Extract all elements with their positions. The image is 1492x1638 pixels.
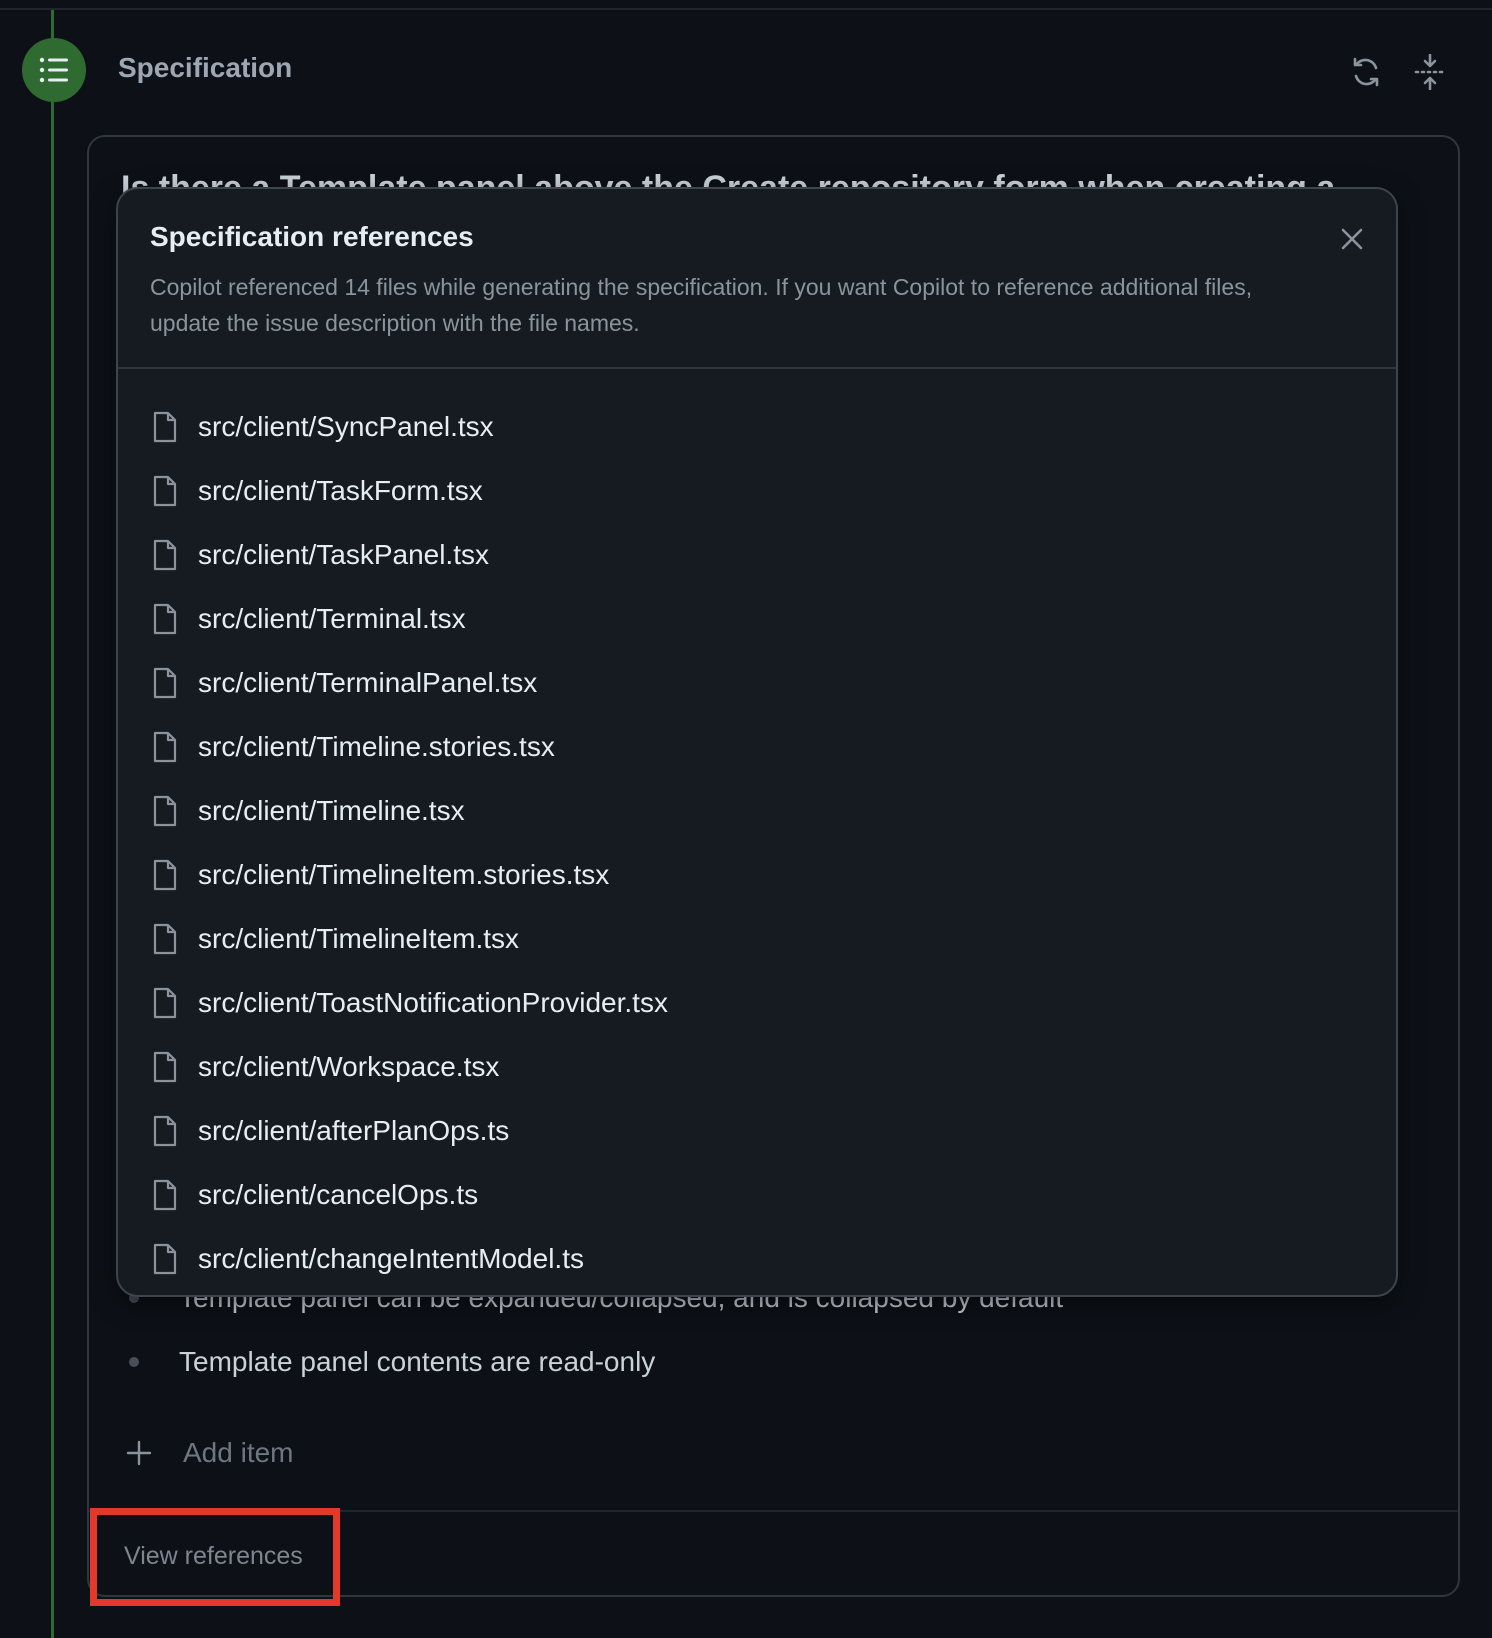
bullet-dot	[129, 1357, 139, 1367]
add-item-button[interactable]: Add item	[125, 1437, 294, 1469]
file-reference-item[interactable]: src/client/Timeline.tsx	[150, 779, 668, 843]
plus-icon	[125, 1439, 153, 1467]
file-icon	[150, 410, 180, 444]
timeline-line	[51, 10, 54, 1638]
refresh-button[interactable]	[1346, 52, 1386, 92]
file-reference-item[interactable]: src/client/Terminal.tsx	[150, 587, 668, 651]
file-icon	[150, 922, 180, 956]
file-reference-item[interactable]: src/client/changeIntentModel.ts	[150, 1227, 668, 1291]
close-icon	[1341, 228, 1363, 250]
file-name: src/client/Timeline.stories.tsx	[198, 731, 555, 762]
file-name: src/client/Timeline.tsx	[198, 795, 465, 826]
top-divider	[0, 8, 1492, 10]
file-reference-item[interactable]: src/client/TimelineItem.stories.tsx	[150, 843, 668, 907]
file-icon	[150, 474, 180, 508]
card-divider	[89, 1510, 1458, 1512]
file-reference-item[interactable]: src/client/cancelOps.ts	[150, 1163, 668, 1227]
file-reference-item[interactable]: src/client/TaskPanel.tsx	[150, 523, 668, 587]
file-name: src/client/Workspace.tsx	[198, 1051, 500, 1082]
file-name: src/client/cancelOps.ts	[198, 1179, 479, 1210]
file-name: src/client/TimelineItem.tsx	[198, 923, 520, 954]
step-badge	[22, 38, 86, 102]
file-icon	[150, 602, 180, 636]
file-reference-item[interactable]: src/client/Timeline.stories.tsx	[150, 715, 668, 779]
specification-references-popover: Specification references Copilot referen…	[116, 187, 1398, 1297]
file-reference-item[interactable]: src/client/TimelineItem.tsx	[150, 907, 668, 971]
file-name: src/client/TimelineItem.stories.tsx	[198, 859, 610, 890]
file-name: src/client/ToastNotificationProvider.tsx	[198, 987, 668, 1018]
collapse-vertical-icon	[1414, 54, 1446, 90]
file-icon	[150, 858, 180, 892]
popover-title: Specification references	[150, 221, 474, 252]
file-reference-item[interactable]: src/client/Workspace.tsx	[150, 1035, 668, 1099]
popover-header: Specification references Copilot referen…	[118, 189, 1396, 369]
step-title: Specification	[118, 52, 293, 83]
file-icon	[150, 794, 180, 828]
file-reference-item[interactable]: src/client/SyncPanel.tsx	[150, 395, 668, 459]
file-reference-item[interactable]: src/client/TaskForm.tsx	[150, 459, 668, 523]
file-name: src/client/TaskPanel.tsx	[198, 539, 489, 570]
file-icon	[150, 666, 180, 700]
file-name: src/client/TerminalPanel.tsx	[198, 667, 538, 698]
add-item-label: Add item	[183, 1437, 294, 1468]
refresh-icon	[1353, 57, 1379, 87]
file-name: src/client/afterPlanOps.ts	[198, 1115, 510, 1146]
file-list: src/client/SyncPanel.tsx src/client/TaskF…	[150, 395, 668, 1291]
file-icon	[150, 1050, 180, 1084]
file-name: src/client/changeIntentModel.ts	[198, 1243, 584, 1274]
file-reference-item[interactable]: src/client/afterPlanOps.ts	[150, 1099, 668, 1163]
collapse-button[interactable]	[1410, 52, 1450, 92]
file-icon	[150, 538, 180, 572]
list-item: Template panel contents are read-only	[129, 1346, 655, 1378]
file-icon	[150, 986, 180, 1020]
file-name: src/client/Terminal.tsx	[198, 603, 466, 634]
popover-description: Copilot referenced 14 files while genera…	[150, 274, 1253, 336]
file-reference-item[interactable]: src/client/TerminalPanel.tsx	[150, 651, 668, 715]
list-icon	[39, 57, 68, 83]
close-button[interactable]	[1332, 219, 1372, 259]
file-icon	[150, 1178, 180, 1212]
file-name: src/client/TaskForm.tsx	[198, 475, 483, 506]
file-reference-item[interactable]: src/client/ToastNotificationProvider.tsx	[150, 971, 668, 1035]
list-item-text[interactable]: Template panel contents are read-only	[179, 1346, 655, 1378]
file-icon	[150, 1114, 180, 1148]
file-icon	[150, 730, 180, 764]
view-references-link[interactable]: View references	[124, 1542, 303, 1571]
file-name: src/client/SyncPanel.tsx	[198, 411, 494, 442]
file-icon	[150, 1242, 180, 1276]
